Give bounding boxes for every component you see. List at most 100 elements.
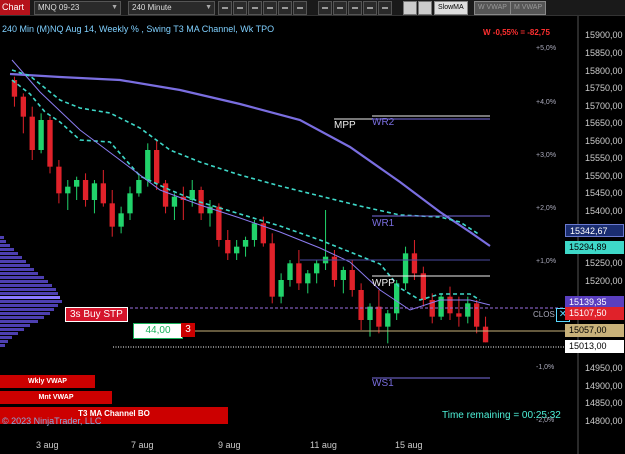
candle-body [118,213,124,227]
volume-profile [0,236,62,347]
chart-title: 240 Min (M)NQ Aug 14, Weekly % , Swing T… [2,24,275,34]
order-price-label[interactable]: 44,00 [133,323,183,339]
candle-body [385,313,391,327]
candle-body [65,186,71,194]
buy-stop-order-label[interactable]: 3s Buy STP [65,307,128,322]
profile-bar [0,316,44,319]
wr2-label: WR2 [372,117,395,128]
candle-body [74,180,80,187]
price-tag: 15057,00 [565,324,624,337]
price-label: 15900,00 [585,30,623,40]
price-tag: 15107,50 [565,307,624,320]
profile-bar [0,324,30,327]
candle-body [189,190,195,200]
pct-label: -2,0% [536,417,555,424]
candle-body [234,246,240,254]
wpp-label: WPP [372,278,395,289]
candle-body [349,270,355,290]
candle-body [314,263,320,274]
candle-body [376,306,382,327]
channel-upper-line [11,69,481,236]
pct-label: +1,0% [536,258,557,265]
price-label: 14800,00 [585,416,623,426]
candle-body [465,303,471,317]
clos-label: CLOS [533,310,555,319]
candle-body [447,296,453,314]
price-label: 15450,00 [585,188,623,198]
candle-body [100,183,106,204]
price-label: 15550,00 [585,153,623,163]
profile-bar [0,304,58,307]
ws1-label: WS1 [372,378,394,389]
profile-bar [0,312,50,315]
profile-bar [0,276,44,279]
candle-body [82,180,89,200]
candle-body [358,290,364,320]
candle-body [474,303,480,327]
candles [11,76,489,344]
candle-body [420,273,426,300]
candle-body [402,253,409,284]
profile-bar [0,308,54,311]
profile-bar [0,264,30,267]
pct-label: +5,0% [536,45,557,52]
pct-label: -1,0% [536,364,555,371]
candle-body [154,150,160,184]
price-label: 15750,00 [585,83,623,93]
profile-bar [0,288,56,291]
date-label: 11 aug [310,440,337,450]
candle-body [287,263,293,280]
wkly-vwap-label: Wkly VWAP [0,375,95,388]
candle-body [56,166,62,194]
candle-body [91,183,98,200]
pct-label: +2,0% [536,205,557,212]
mpp-label: MPP [334,120,356,131]
date-label: 3 aug [36,440,59,450]
price-label: 15500,00 [585,171,623,181]
price-label: 15250,00 [585,258,623,268]
candle-body [340,270,346,280]
price-tag: 15342,67 [565,224,624,237]
date-label: 7 aug [131,440,154,450]
candle-body [145,150,151,180]
candle-body [305,273,311,284]
candle-body [171,196,178,207]
candle-body [296,263,302,284]
copyright: © 2023 NinjaTrader, LLC [2,416,102,426]
candle-body [278,280,284,297]
candle-body [367,306,373,320]
price-label: 15850,00 [585,48,623,58]
profile-bar [0,252,18,255]
order-quantity-label[interactable]: 3 [181,323,195,337]
slow-ma-line [9,72,491,247]
profile-bar [0,320,38,323]
profile-bar [0,300,62,303]
pct-label: +4,0% [536,99,557,106]
profile-bar [0,332,18,335]
profile-bar [0,268,34,271]
profile-bar [0,248,14,251]
pl-readout: W -0,55% = -82,75 [483,28,550,37]
candle-body [38,120,44,150]
price-label: 15650,00 [585,118,623,128]
candle-body [411,253,418,274]
profile-bar [0,244,10,247]
candle-body [127,193,133,214]
wr1-label: WR1 [372,218,395,229]
mnt-vwap-label: Mnt VWAP [0,391,112,404]
candle-body [47,120,53,167]
candle-body [482,326,489,343]
profile-bar [0,296,60,299]
price-label: 14950,00 [585,363,623,373]
candle-body [251,223,258,240]
price-label: 14900,00 [585,381,623,391]
pct-label: +3,0% [536,152,557,159]
profile-bar [0,292,58,295]
profile-bar [0,340,8,343]
candle-body [109,203,115,227]
price-tag: 15013,00 [565,340,624,353]
profile-bar [0,240,6,243]
price-label: 15400,00 [585,206,623,216]
profile-bar [0,236,4,239]
profile-bar [0,328,24,331]
